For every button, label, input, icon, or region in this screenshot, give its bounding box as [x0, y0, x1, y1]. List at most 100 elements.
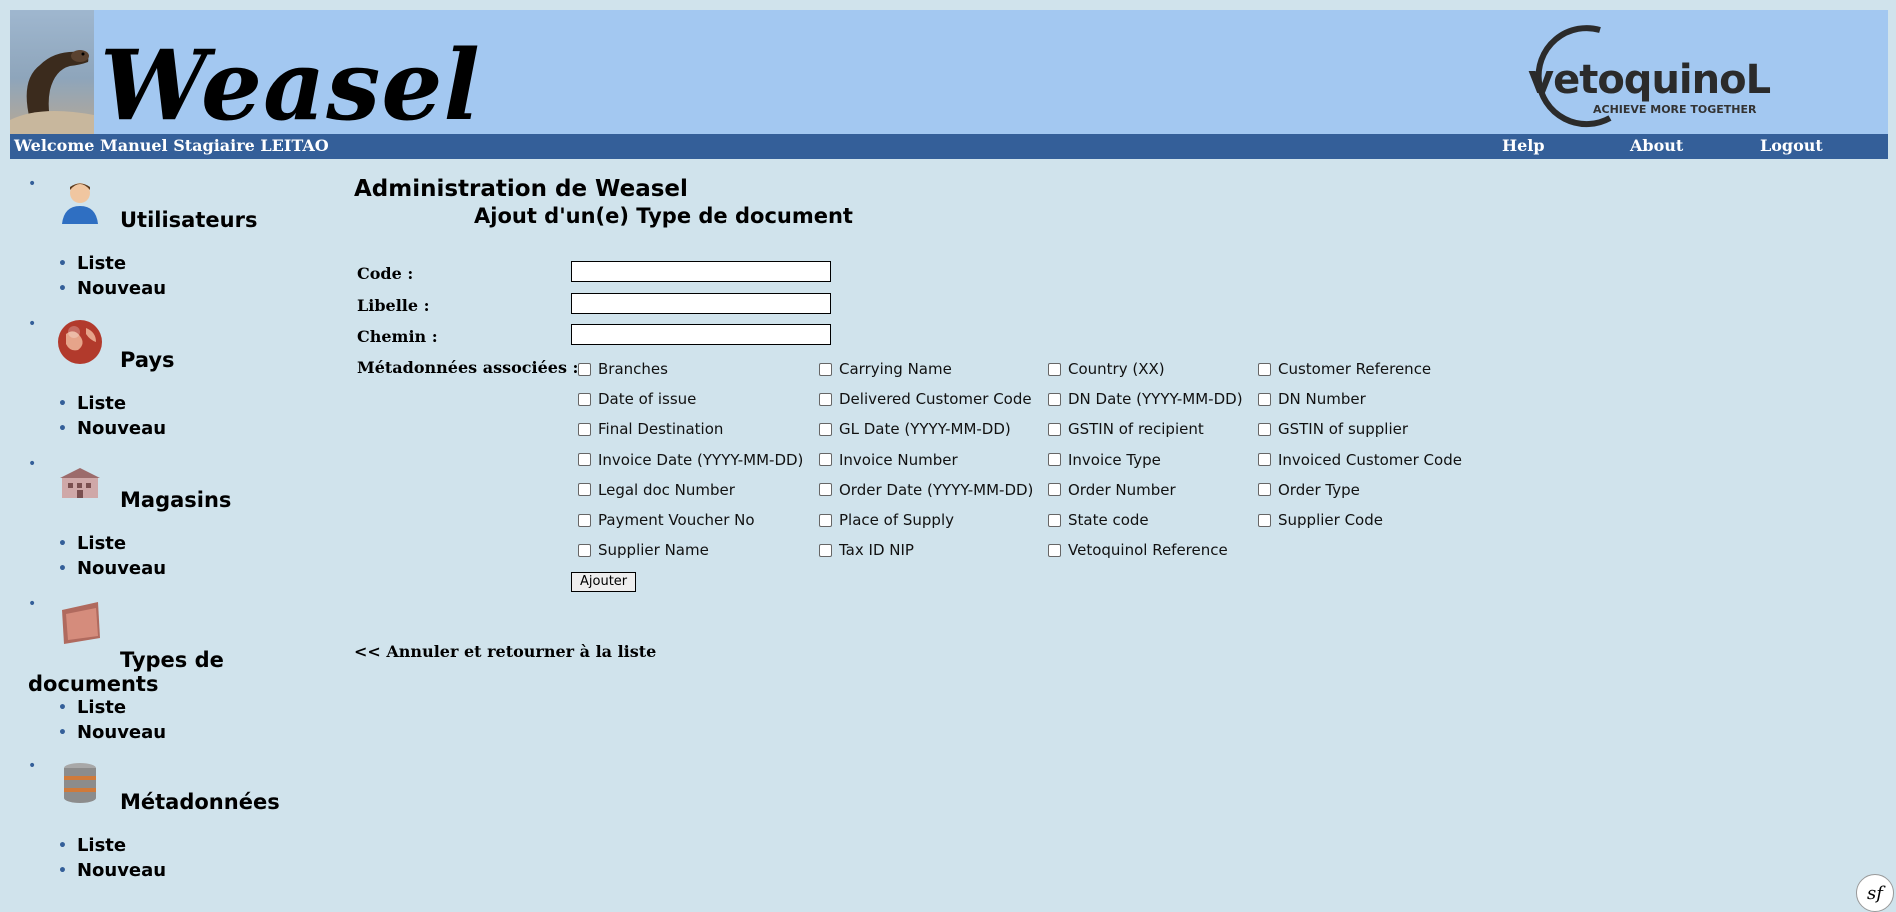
metadata-checkbox[interactable]: [1048, 422, 1061, 436]
sidebar-item-magasins-liste[interactable]: Liste: [58, 532, 166, 557]
metadata-option[interactable]: Invoiced Customer Code: [1258, 451, 1462, 469]
code-field[interactable]: [571, 261, 831, 282]
sidebar-title-pays: Pays: [120, 348, 175, 372]
metadata-checkbox[interactable]: [578, 513, 591, 527]
metadata-option[interactable]: Date of issue: [578, 390, 696, 408]
metadata-option[interactable]: Vetoquinol Reference: [1048, 541, 1228, 559]
metadata-option[interactable]: DN Number: [1258, 390, 1366, 408]
metadata-option-label: Carrying Name: [839, 360, 952, 378]
sidebar-item-metadonnees-liste[interactable]: Liste: [58, 834, 166, 859]
metadata-option[interactable]: Legal doc Number: [578, 481, 735, 499]
metadata-option[interactable]: Carrying Name: [819, 360, 952, 378]
sidebar-item-types-documents-nouveau[interactable]: Nouveau: [58, 721, 166, 746]
metadata-option[interactable]: Invoice Date (YYYY-MM-DD): [578, 451, 803, 469]
metadata-option[interactable]: State code: [1048, 511, 1149, 529]
metadata-option[interactable]: Place of Supply: [819, 511, 954, 529]
metadata-label: Métadonnées associées :: [357, 358, 579, 377]
cancel-return-link[interactable]: << Annuler et retourner à la liste: [354, 642, 656, 661]
metadata-option[interactable]: Customer Reference: [1258, 360, 1431, 378]
top-navigation-bar: Welcome Manuel Stagiaire LEITAO Help Abo…: [10, 134, 1888, 159]
metadata-checkbox[interactable]: [1048, 543, 1061, 557]
metadata-option[interactable]: GSTIN of supplier: [1258, 420, 1408, 438]
metadata-option-label: Tax ID NIP: [839, 541, 914, 560]
sidebar-title-magasins: Magasins: [120, 488, 232, 512]
metadata-checkbox[interactable]: [1048, 392, 1061, 406]
sidebar-item-pays-nouveau[interactable]: Nouveau: [58, 417, 166, 442]
metadata-checkbox[interactable]: [819, 543, 832, 557]
metadata-option[interactable]: Country (XX): [1048, 360, 1165, 378]
sidebar-item-utilisateurs-liste[interactable]: Liste: [58, 252, 166, 277]
sidebar-section-pays: • Pays Liste Nouveau: [0, 310, 340, 450]
metadata-checkbox[interactable]: [819, 453, 832, 467]
metadata-option[interactable]: Delivered Customer Code: [819, 390, 1032, 408]
metadata-option[interactable]: DN Date (YYYY-MM-DD): [1048, 390, 1243, 408]
sidebar-title-utilisateurs: Utilisateurs: [120, 208, 258, 232]
metadata-checkbox[interactable]: [819, 392, 832, 406]
about-link[interactable]: About: [1630, 136, 1683, 155]
libelle-label: Libelle :: [357, 296, 430, 315]
metadata-checkbox[interactable]: [1048, 483, 1061, 497]
metadata-option-label: Supplier Code: [1278, 511, 1383, 529]
page-title: Administration de Weasel: [354, 176, 688, 202]
metadata-checkbox[interactable]: [1048, 362, 1061, 376]
metadata-checkbox[interactable]: [578, 362, 591, 376]
metadata-checkbox[interactable]: [578, 483, 591, 497]
help-link[interactable]: Help: [1502, 136, 1545, 155]
metadata-checkbox[interactable]: [578, 453, 591, 467]
metadata-option-label: GSTIN of supplier: [1278, 420, 1409, 439]
metadata-checkbox[interactable]: [1258, 513, 1271, 527]
chemin-field[interactable]: [571, 324, 831, 345]
sidebar-item-pays-liste[interactable]: Liste: [58, 392, 166, 417]
metadata-option-label: Supplier Name: [598, 541, 709, 560]
metadata-checkbox[interactable]: [578, 392, 591, 406]
vetoquinol-name: vetoquinoL: [1528, 57, 1771, 103]
metadata-checkbox[interactable]: [1048, 513, 1061, 527]
metadata-option[interactable]: Order Type: [1258, 481, 1360, 499]
metadata-checkbox[interactable]: [819, 422, 832, 436]
metadata-checkbox[interactable]: [819, 483, 832, 497]
metadata-option[interactable]: Payment Voucher No: [578, 511, 755, 529]
metadata-option[interactable]: Invoice Type: [1048, 451, 1161, 469]
metadata-option-label: DN Date (YYYY-MM-DD): [1068, 390, 1243, 409]
ajouter-button[interactable]: Ajouter: [571, 572, 637, 592]
metadata-option[interactable]: Order Date (YYYY-MM-DD): [819, 481, 1033, 499]
page-subtitle: Ajout d'un(e) Type de document: [474, 204, 853, 228]
metadata-option[interactable]: GL Date (YYYY-MM-DD): [819, 420, 1011, 438]
metadata-option[interactable]: Order Number: [1048, 481, 1176, 499]
metadata-option[interactable]: Supplier Code: [1258, 511, 1383, 529]
metadata-checkbox[interactable]: [1258, 483, 1271, 497]
metadata-option[interactable]: Invoice Number: [819, 451, 958, 469]
metadata-option-label: GL Date (YYYY-MM-DD): [839, 420, 1011, 439]
metadata-option-label: Legal doc Number: [598, 480, 735, 499]
libelle-field[interactable]: [571, 293, 831, 314]
symfony-toolbar-icon[interactable]: sf: [1856, 874, 1894, 912]
metadata-option-label: Invoice Type: [1068, 450, 1161, 469]
metadata-option-label: DN Number: [1278, 390, 1366, 409]
sidebar-section-metadonnees: • Métadonnées Liste Nouveau: [0, 752, 340, 892]
sidebar-item-metadonnees-nouveau[interactable]: Nouveau: [58, 859, 166, 884]
sidebar-item-utilisateurs-nouveau[interactable]: Nouveau: [58, 277, 166, 302]
metadata-checkbox[interactable]: [1258, 422, 1271, 436]
metadata-checkbox[interactable]: [1258, 362, 1271, 376]
metadata-option-label: Customer Reference: [1278, 360, 1432, 378]
metadata-checkbox[interactable]: [819, 362, 832, 376]
globe-icon: [58, 320, 102, 364]
metadata-option[interactable]: Branches: [578, 360, 668, 378]
metadata-option-label: Payment Voucher No: [598, 511, 755, 529]
metadata-checkbox[interactable]: [819, 513, 832, 527]
sidebar-item-magasins-nouveau[interactable]: Nouveau: [58, 557, 166, 582]
metadata-option[interactable]: Tax ID NIP: [819, 541, 914, 559]
metadata-checkbox[interactable]: [1258, 453, 1271, 467]
metadata-option-label: Order Number: [1068, 480, 1176, 499]
metadata-checkbox[interactable]: [1048, 453, 1061, 467]
metadata-option[interactable]: Supplier Name: [578, 541, 709, 559]
metadata-option-label: Delivered Customer Code: [839, 390, 1032, 409]
metadata-checkbox[interactable]: [578, 543, 591, 557]
sidebar-item-types-documents-liste[interactable]: Liste: [58, 696, 166, 721]
metadata-checkbox[interactable]: [1258, 392, 1271, 406]
metadata-option[interactable]: Final Destination: [578, 420, 723, 438]
metadata-option-label: Invoiced Customer Code: [1278, 450, 1462, 469]
metadata-option[interactable]: GSTIN of recipient: [1048, 420, 1204, 438]
metadata-checkbox[interactable]: [578, 422, 591, 436]
logout-link[interactable]: Logout: [1760, 136, 1823, 155]
